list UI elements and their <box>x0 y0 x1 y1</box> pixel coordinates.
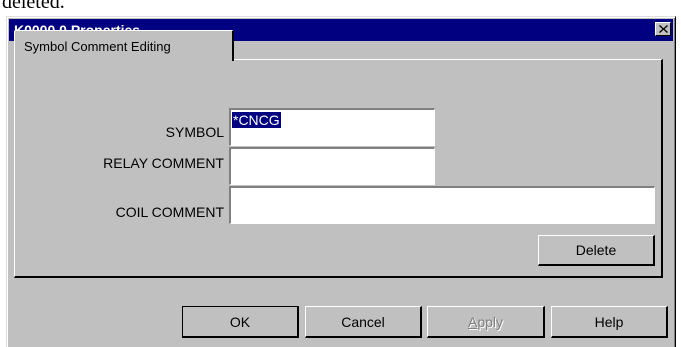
coil-comment-field[interactable] <box>229 186 655 224</box>
relay-comment-label: RELAY COMMENT <box>103 155 224 171</box>
tab-label: Symbol Comment Editing <box>24 39 171 54</box>
symbol-field[interactable]: *CNCG <box>229 108 435 146</box>
symbol-label: SYMBOL <box>165 124 224 140</box>
cancel-button[interactable]: Cancel <box>305 306 422 338</box>
symbol-value: *CNCG <box>232 112 281 128</box>
background-text: deleted. <box>2 0 65 13</box>
apply-label: pply <box>477 314 504 330</box>
help-label: Help <box>594 314 624 330</box>
apply-mnemonic: A <box>467 314 478 330</box>
coil-comment-label: COIL COMMENT <box>115 204 224 220</box>
apply-button[interactable]: Apply <box>427 306 545 338</box>
cancel-label: Cancel <box>341 314 385 330</box>
delete-button[interactable]: Delete <box>538 235 655 266</box>
close-button[interactable] <box>655 22 671 36</box>
close-icon <box>658 25 668 33</box>
delete-label: Delete <box>575 242 617 258</box>
tab-symbol-comment-editing[interactable]: Symbol Comment Editing <box>14 30 234 61</box>
help-button[interactable]: Help <box>551 306 668 338</box>
ok-label: OK <box>229 314 251 330</box>
relay-comment-field[interactable] <box>229 147 435 185</box>
ok-button[interactable]: OK <box>182 306 299 338</box>
